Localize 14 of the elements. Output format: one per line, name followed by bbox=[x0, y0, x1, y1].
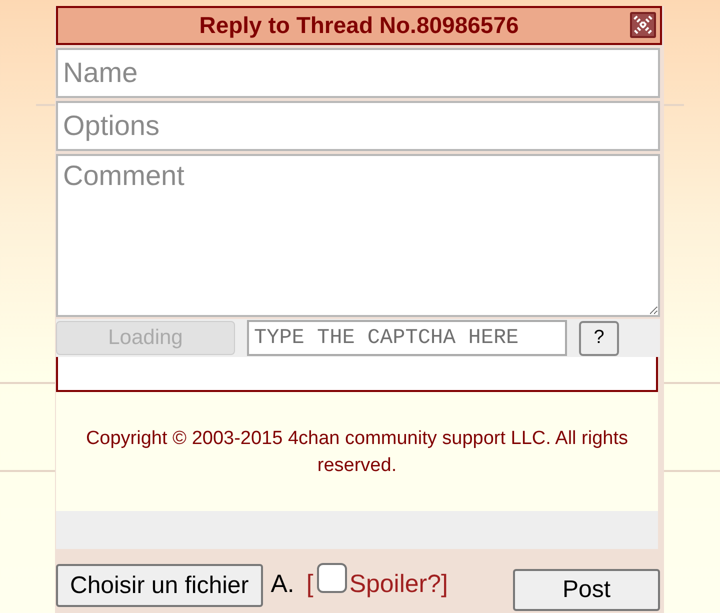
file-button[interactable]: Choisir un fichier bbox=[56, 564, 263, 607]
spoiler-label: Spoiler?] bbox=[349, 570, 448, 599]
close-icon[interactable] bbox=[630, 12, 656, 38]
name-field[interactable]: Name bbox=[56, 48, 660, 98]
comment-field[interactable]: Comment bbox=[56, 154, 660, 317]
window-title: Reply to Thread No.80986576 bbox=[199, 12, 519, 39]
file-status: A. bbox=[270, 570, 294, 599]
copyright-text: Copyright © 2003-2015 4chan community support LLC. All rights reserved. bbox=[84, 426, 630, 478]
spoiler-checkbox[interactable] bbox=[317, 563, 348, 593]
options-field[interactable]: Options bbox=[56, 101, 660, 151]
post-button[interactable]: Post bbox=[513, 569, 660, 611]
bracket-text: [ bbox=[306, 570, 314, 599]
captcha-field[interactable]: TYPE THE CAPTCHA HERE bbox=[247, 320, 567, 356]
help-button[interactable]: ? bbox=[579, 320, 619, 356]
